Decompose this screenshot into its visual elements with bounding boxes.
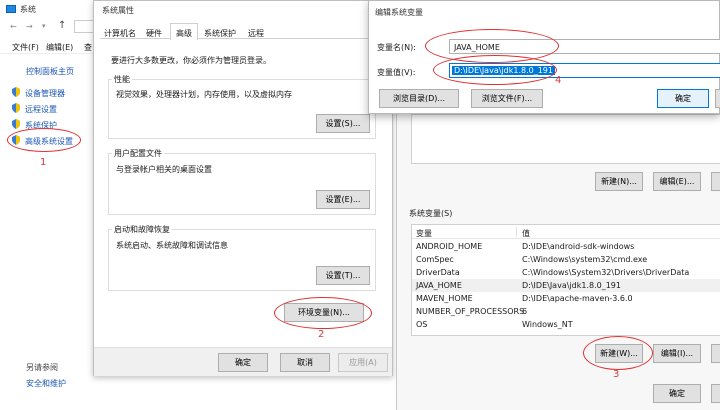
variable-name-value: JAVA_HOME — [454, 43, 500, 52]
table-row[interactable]: NUMBER_OF_PROCESSORS 6 — [412, 305, 720, 318]
tab-remote[interactable]: 远程 — [248, 28, 264, 39]
system-variables-list[interactable]: 变量 值 ANDROID_HOME D:\IDE\android-sdk-win… — [411, 224, 720, 336]
table-row[interactable]: ANDROID_HOME D:\IDE\android-sdk-windows — [412, 240, 720, 253]
side-link-remote[interactable]: 远程设置 — [25, 104, 57, 115]
row-name: ComSpec — [416, 255, 454, 264]
variable-value-selected: D:\IDE\Java\jdk1.8.0_191 — [452, 66, 555, 75]
row-name: NUMBER_OF_PROCESSORS — [416, 307, 525, 316]
browse-directory-button[interactable]: 浏览目录(D)... — [379, 89, 459, 108]
tab-hardware[interactable]: 硬件 — [146, 28, 162, 39]
side-link-protection[interactable]: 系统保护 — [25, 120, 57, 131]
dialog-title: 系统属性 — [102, 6, 134, 15]
performance-desc: 视觉效果，处理器计划，内存使用，以及虚拟内存 — [116, 90, 292, 99]
tab-system-protection[interactable]: 系统保护 — [204, 28, 236, 39]
menu-view[interactable]: 查 — [84, 42, 92, 53]
ok-button[interactable]: 确定 — [218, 353, 268, 372]
system-edit-button[interactable]: 编辑(I)... — [653, 344, 701, 363]
performance-title: 性能 — [112, 74, 132, 85]
table-row[interactable]: OS Windows_NT — [412, 318, 720, 331]
row-value: C:\Windows\System32\Drivers\DriverData — [522, 268, 690, 277]
user-profile-desc: 与登录帐户相关的桌面设置 — [116, 165, 212, 174]
row-value: C:\Windows\system32\cmd.exe — [522, 255, 648, 264]
tab-advanced[interactable]: 高级 — [170, 23, 198, 40]
user-delete-button[interactable] — [711, 172, 720, 191]
list-header: 变量 值 — [412, 225, 720, 239]
forward-arrow-icon[interactable]: → — [26, 22, 33, 31]
user-profile-settings-button[interactable]: 设置(E)... — [316, 190, 370, 209]
table-row[interactable]: ComSpec C:\Windows\system32\cmd.exe — [412, 253, 720, 266]
column-header-value[interactable]: 值 — [522, 228, 530, 239]
user-edit-button[interactable]: 编辑(E)... — [653, 172, 701, 191]
shield-icon — [11, 87, 21, 97]
column-divider — [516, 227, 517, 237]
system-delete-button[interactable] — [711, 344, 720, 363]
edit-dialog-title: 编辑系统变量 — [375, 8, 423, 17]
variable-value-label: 变量值(V): — [377, 68, 416, 77]
table-row[interactable]: JAVA_HOME D:\IDE\Java\jdk1.8.0_191 — [412, 279, 720, 292]
step-number-2: 2 — [318, 329, 325, 340]
shield-icon — [11, 135, 21, 145]
menu-edit[interactable]: 编辑(E) — [46, 42, 73, 53]
dialog-footer: 确定 取消 应用(A) — [94, 347, 392, 376]
variable-name-label: 变量名(N): — [377, 43, 416, 52]
step-number-1: 1 — [40, 157, 47, 168]
shield-icon — [11, 119, 21, 129]
system-window: 系统 ← → ▾ ↑ 文件(F) 编辑(E) 查 控制面板主页 设备管理器 远程… — [0, 0, 100, 410]
edit-cancel-button[interactable] — [715, 89, 720, 108]
side-link-device-manager[interactable]: 设备管理器 — [25, 88, 65, 99]
system-new-button[interactable]: 新建(W)... — [595, 344, 643, 363]
back-arrow-icon[interactable]: ← — [10, 22, 17, 31]
admin-note: 要进行大多数更改，你必须作为管理员登录。 — [111, 56, 271, 65]
row-value: D:\IDE\Java\jdk1.8.0_191 — [522, 281, 621, 290]
performance-settings-button[interactable]: 设置(S)... — [316, 114, 370, 133]
tab-advanced-label: 高级 — [176, 29, 192, 38]
cancel-button[interactable]: 取消 — [280, 353, 330, 372]
row-name: DriverData — [416, 268, 460, 277]
system-properties-dialog: 系统属性 计算机名 硬件 高级 系统保护 远程 要进行大多数更改，你必须作为管理… — [93, 0, 393, 376]
table-row[interactable]: DriverData C:\Windows\System32\Drivers\D… — [412, 266, 720, 279]
step-number-3: 3 — [613, 369, 620, 380]
system-window-title: 系统 — [20, 5, 36, 14]
environment-variables-button[interactable]: 环境变量(N)... — [284, 303, 364, 322]
edit-variable-dialog: 编辑系统变量 变量名(N): JAVA_HOME 变量值(V): D:\IDE\… — [368, 0, 720, 114]
column-header-variable[interactable]: 变量 — [416, 228, 432, 239]
row-name: OS — [416, 320, 428, 329]
browse-file-button[interactable]: 浏览文件(F)... — [471, 89, 543, 108]
control-panel-home-link[interactable]: 控制面板主页 — [26, 66, 74, 77]
menu-bar: 文件(F) 编辑(E) 查 — [0, 38, 100, 54]
startup-recovery-title: 启动和故障恢复 — [112, 224, 172, 235]
row-value: D:\IDE\apache-maven-3.6.0 — [522, 294, 633, 303]
row-value: 6 — [522, 307, 528, 316]
shield-icon — [11, 103, 21, 113]
user-variables-list[interactable] — [411, 114, 720, 164]
side-link-advanced-settings[interactable]: 高级系统设置 — [25, 136, 73, 147]
menu-file[interactable]: 文件(F) — [12, 42, 39, 53]
system-variables-title: 系统变量(S) — [409, 209, 453, 218]
up-arrow-icon[interactable]: ↑ — [58, 20, 66, 31]
user-profile-title: 用户配置文件 — [112, 148, 164, 159]
startup-recovery-settings-button[interactable]: 设置(T)... — [316, 266, 370, 285]
row-value: Windows_NT — [522, 320, 573, 329]
see-also-label: 另请参阅 — [26, 363, 58, 372]
env-cancel-button[interactable] — [711, 384, 720, 403]
tab-computer-name[interactable]: 计算机名 — [104, 28, 136, 39]
variable-name-input[interactable]: JAVA_HOME — [449, 39, 720, 54]
apply-button[interactable]: 应用(A) — [338, 353, 388, 372]
env-ok-button[interactable]: 确定 — [653, 384, 701, 403]
table-row[interactable]: MAVEN_HOME D:\IDE\apache-maven-3.6.0 — [412, 292, 720, 305]
row-name: MAVEN_HOME — [416, 294, 473, 303]
startup-recovery-desc: 系统启动、系统故障和调试信息 — [116, 241, 228, 250]
user-new-button[interactable]: 新建(N)... — [595, 172, 643, 191]
dropdown-icon[interactable]: ▾ — [42, 22, 46, 30]
system-window-icon — [6, 5, 16, 13]
edit-ok-button[interactable]: 确定 — [657, 89, 709, 108]
variable-value-input[interactable]: D:\IDE\Java\jdk1.8.0_191 — [449, 63, 720, 78]
security-maintenance-link[interactable]: 安全和维护 — [26, 378, 66, 389]
row-value: D:\IDE\android-sdk-windows — [522, 242, 635, 251]
row-name: ANDROID_HOME — [416, 242, 483, 251]
tab-bar: 计算机名 硬件 高级 系统保护 远程 — [100, 23, 388, 40]
step-number-4: 4 — [555, 75, 562, 86]
row-name: JAVA_HOME — [416, 281, 462, 290]
